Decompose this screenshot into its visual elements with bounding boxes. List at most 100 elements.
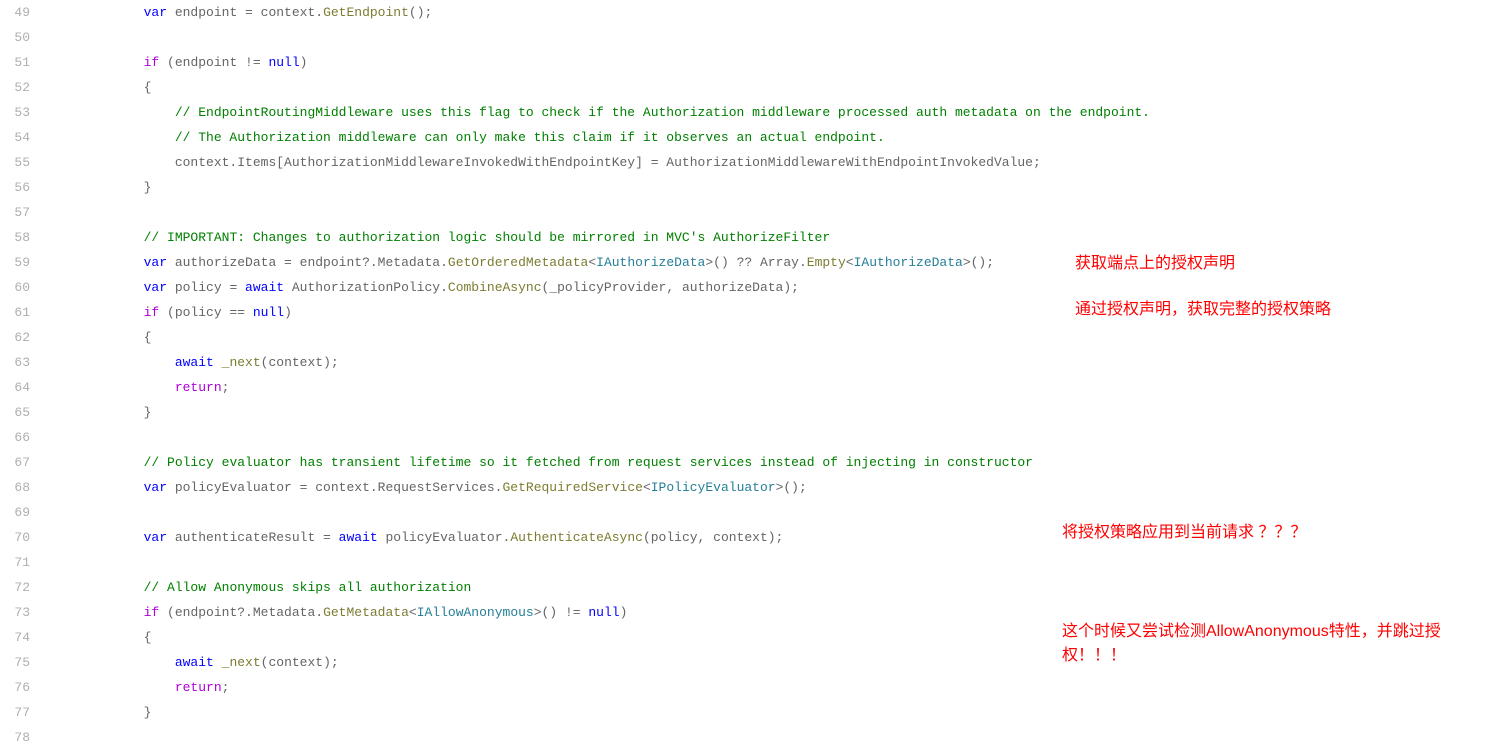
code-line[interactable]: return; [50,675,1507,700]
token-comment: // IMPORTANT: Changes to authorization l… [144,230,831,245]
code-line[interactable] [50,200,1507,225]
line-number: 56 [0,175,30,200]
token-plain: } [144,180,152,195]
annotation-text: 将授权策略应用到当前请求 ？？？ [1062,521,1306,545]
token-plain: (context); [261,655,339,670]
token-plain: policy = [167,280,245,295]
token-ctrl: if [144,305,160,320]
token-kw-blue: var [144,5,167,20]
line-number: 67 [0,450,30,475]
line-number: 74 [0,625,30,650]
token-plain: ; [222,680,230,695]
token-plain: { [144,330,152,345]
token-comment: // The Authorization middleware can only… [175,130,885,145]
token-kw-blue: await [175,355,214,370]
line-number: 49 [0,0,30,25]
line-number: 77 [0,700,30,725]
line-number: 78 [0,725,30,750]
token-method: _next [222,655,261,670]
token-plain: policyEvaluator = context.RequestService… [167,480,502,495]
token-comment: // EndpointRoutingMiddleware uses this f… [175,105,1150,120]
code-line[interactable]: { [50,325,1507,350]
code-line[interactable] [50,425,1507,450]
line-number: 57 [0,200,30,225]
token-comment: // Policy evaluator has transient lifeti… [144,455,1033,470]
code-line[interactable] [50,725,1507,750]
code-line[interactable]: // Allow Anonymous skips all authorizati… [50,575,1507,600]
code-line[interactable]: // The Authorization middleware can only… [50,125,1507,150]
token-method: CombineAsync [448,280,542,295]
token-kw-blue: var [144,530,167,545]
token-method: _next [222,355,261,370]
token-plain: } [144,405,152,420]
line-number: 76 [0,675,30,700]
token-plain: (endpoint != [159,55,268,70]
line-number: 64 [0,375,30,400]
token-plain [214,355,222,370]
code-line[interactable]: // Policy evaluator has transient lifeti… [50,450,1507,475]
token-plain: < [846,255,854,270]
token-plain: policyEvaluator. [378,530,511,545]
code-line[interactable]: // IMPORTANT: Changes to authorization l… [50,225,1507,250]
line-number: 66 [0,425,30,450]
code-line[interactable]: await _next(context); [50,350,1507,375]
code-line[interactable]: } [50,175,1507,200]
token-plain: authorizeData = endpoint?.Metadata. [167,255,448,270]
line-number: 62 [0,325,30,350]
token-ctrl: return [175,380,222,395]
code-line[interactable]: context.Items[AuthorizationMiddlewareInv… [50,150,1507,175]
token-method: Empty [807,255,846,270]
token-type: IAuthorizeData [596,255,705,270]
line-number: 61 [0,300,30,325]
token-kw-blue: var [144,280,167,295]
token-plain: >(); [776,480,807,495]
token-plain: >() != [534,605,589,620]
code-line[interactable]: if (endpoint != null) [50,50,1507,75]
code-line[interactable] [50,25,1507,50]
token-kw-null: null [588,605,619,620]
code-line[interactable]: return; [50,375,1507,400]
token-method: GetRequiredService [503,480,643,495]
line-number: 51 [0,50,30,75]
token-kw-blue: await [339,530,378,545]
token-kw-null: null [253,305,284,320]
line-number: 52 [0,75,30,100]
token-plain: < [643,480,651,495]
code-line[interactable] [50,550,1507,575]
token-plain: >() ?? Array. [705,255,806,270]
code-line[interactable]: { [50,75,1507,100]
annotation-text: 这个时候又尝试检测AllowAnonymous特性，并跳过授权！！！ [1062,620,1452,668]
line-number: 69 [0,500,30,525]
line-number: 68 [0,475,30,500]
code-line[interactable]: // EndpointRoutingMiddleware uses this f… [50,100,1507,125]
code-line[interactable]: } [50,400,1507,425]
token-plain: ) [620,605,628,620]
token-type: IAuthorizeData [854,255,963,270]
code-line[interactable]: var endpoint = context.GetEndpoint(); [50,0,1507,25]
token-plain: < [409,605,417,620]
token-plain: (_policyProvider, authorizeData); [542,280,799,295]
token-comment: // Allow Anonymous skips all authorizati… [144,580,472,595]
token-plain: (policy, context); [643,530,783,545]
token-plain: ) [284,305,292,320]
token-plain: (endpoint?.Metadata. [159,605,323,620]
token-method: AuthenticateAsync [510,530,643,545]
code-line[interactable]: var policyEvaluator = context.RequestSer… [50,475,1507,500]
token-plain: { [144,630,152,645]
line-number: 65 [0,400,30,425]
token-method: GetOrderedMetadata [448,255,588,270]
token-kw-null: null [268,55,299,70]
code-line[interactable]: var authorizeData = endpoint?.Metadata.G… [50,250,1507,275]
line-number: 73 [0,600,30,625]
annotation-text: 通过授权声明，获取完整的授权策略 [1075,298,1331,322]
token-plain: (context); [261,355,339,370]
token-method: GetMetadata [323,605,409,620]
token-kw-blue: await [175,655,214,670]
token-plain: endpoint = context. [167,5,323,20]
code-line[interactable]: } [50,700,1507,725]
line-number: 53 [0,100,30,125]
annotation-text: 获取端点上的授权声明 [1075,252,1235,276]
token-plain: < [588,255,596,270]
code-line[interactable]: var policy = await AuthorizationPolicy.C… [50,275,1507,300]
token-kw-blue: await [245,280,284,295]
